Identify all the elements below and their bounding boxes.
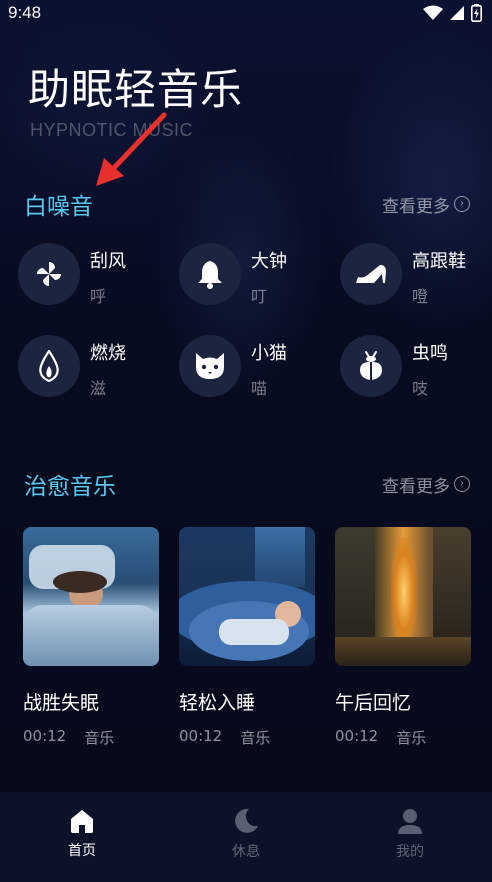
sound-name: 刮风	[90, 251, 126, 272]
music-title: 午后回忆	[335, 692, 412, 714]
healing-music-more-link[interactable]: 查看更多 ›	[382, 472, 470, 497]
sound-item-heels[interactable]: 高跟鞋 噔	[340, 243, 488, 306]
bottom-tab-bar: 首页 休息 我的	[0, 792, 492, 882]
white-noise-more-link[interactable]: 查看更多 ›	[382, 192, 470, 217]
tab-rest[interactable]: 休息	[196, 807, 296, 861]
sound-sub: 叮	[251, 287, 268, 306]
sound-name: 高跟鞋	[412, 251, 466, 272]
sound-sub: 滋	[90, 379, 107, 398]
sound-name: 小猫	[251, 343, 287, 364]
music-title: 战胜失眠	[23, 692, 100, 714]
pinwheel-icon	[18, 243, 80, 305]
beetle-icon	[340, 335, 402, 397]
sound-item-insect[interactable]: 虫鸣 吱	[340, 335, 488, 398]
chevron-right-icon: ›	[454, 476, 470, 492]
sound-name: 大钟	[251, 251, 287, 272]
sound-item-fire[interactable]: 燃烧 滋	[18, 335, 179, 398]
thumbnail-alley	[335, 527, 471, 666]
white-noise-title: 白噪音	[24, 194, 93, 220]
sound-sub: 呼	[90, 287, 107, 306]
profile-icon	[398, 809, 422, 834]
bell-icon	[179, 243, 241, 305]
annotation-arrow-icon	[96, 112, 167, 186]
more-label: 查看更多	[382, 196, 450, 217]
signal-icon	[450, 6, 464, 20]
sound-item-cat[interactable]: 小猫 喵	[179, 335, 340, 398]
sound-name: 燃烧	[90, 343, 126, 364]
healing-music-title: 治愈音乐	[24, 474, 116, 500]
white-noise-grid: 刮风 呼 大钟 叮 高跟鞋 噔 燃烧 滋 小猫 喵 虫鸣 吱	[18, 243, 488, 398]
healing-music-list: 战胜失眠 00:12 音乐 轻松入睡 00:12 音乐 午后回忆 00:12 音…	[23, 527, 471, 748]
music-type: 音乐	[396, 729, 427, 747]
tab-label: 休息	[232, 844, 260, 860]
sound-item-bell[interactable]: 大钟 叮	[179, 243, 340, 306]
wifi-icon	[423, 5, 443, 20]
sound-sub: 喵	[251, 379, 268, 398]
music-duration: 00:12	[23, 727, 67, 745]
high-heel-icon	[340, 243, 402, 305]
chevron-right-icon: ›	[454, 196, 470, 212]
status-time: 9:48	[8, 3, 42, 22]
tab-label: 我的	[396, 844, 424, 860]
music-type: 音乐	[84, 729, 115, 747]
status-icons	[423, 4, 482, 22]
thumbnail-sleeping-woman	[23, 527, 159, 666]
sound-sub: 吱	[412, 379, 429, 398]
sound-sub: 噔	[412, 287, 429, 306]
moon-icon	[235, 808, 258, 833]
thumbnail-sleeping-baby	[179, 527, 315, 666]
music-type: 音乐	[240, 729, 271, 747]
healing-music-header: 治愈音乐 查看更多 ›	[24, 467, 470, 501]
music-duration: 00:12	[179, 727, 223, 745]
white-noise-header: 白噪音 查看更多 ›	[24, 187, 470, 221]
tab-home[interactable]: 首页	[32, 808, 132, 860]
cat-icon	[179, 335, 241, 397]
flame-icon	[18, 335, 80, 397]
music-duration: 00:12	[335, 727, 379, 745]
app-title: 助眠轻音乐	[28, 65, 244, 114]
music-card[interactable]: 战胜失眠 00:12 音乐	[23, 527, 159, 748]
status-bar: 9:48	[0, 0, 492, 26]
battery-icon	[471, 4, 482, 22]
more-label: 查看更多	[382, 476, 450, 497]
music-card[interactable]: 轻松入睡 00:12 音乐	[179, 527, 315, 748]
sound-item-wind[interactable]: 刮风 呼	[18, 243, 179, 306]
sound-name: 虫鸣	[412, 343, 448, 364]
tab-label: 首页	[68, 843, 96, 859]
music-card[interactable]: 午后回忆 00:12 音乐	[335, 527, 471, 748]
tab-profile[interactable]: 我的	[360, 807, 460, 861]
music-title: 轻松入睡	[179, 692, 256, 714]
home-icon	[71, 810, 93, 833]
